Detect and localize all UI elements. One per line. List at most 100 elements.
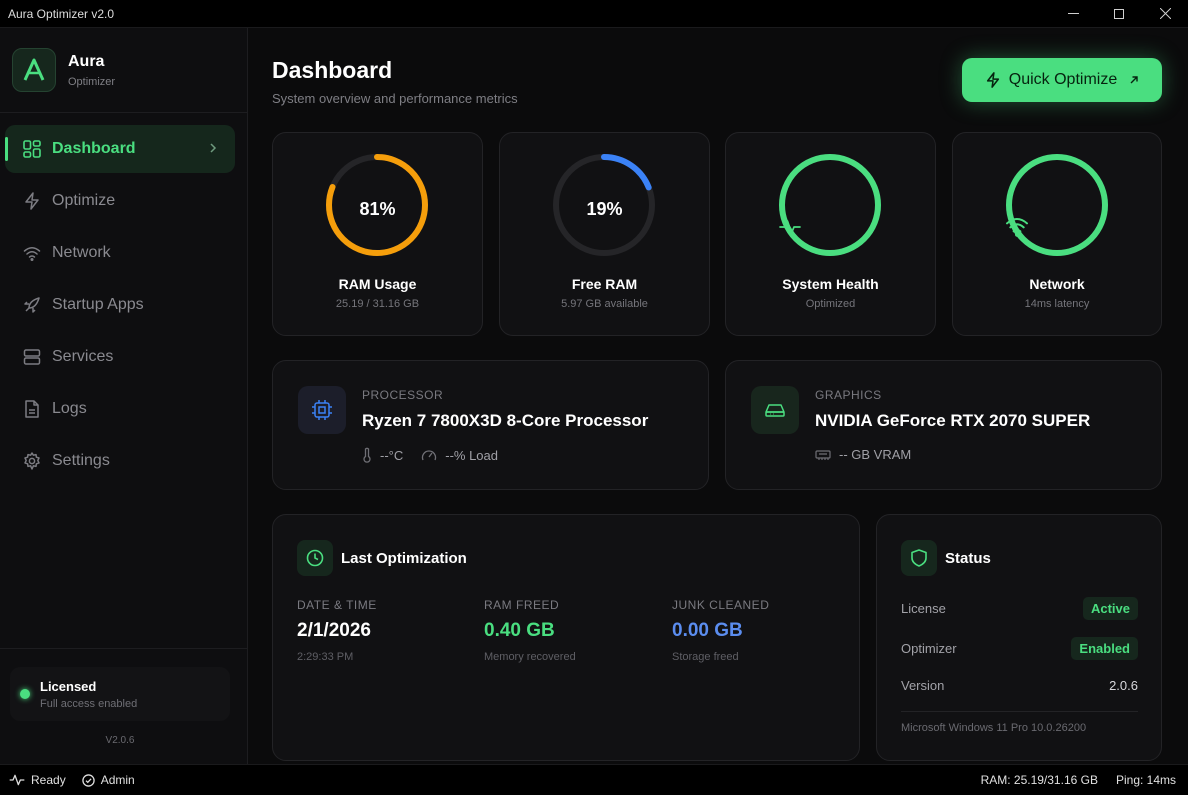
stat-caption: RAM FREED	[484, 598, 560, 612]
thermometer-icon	[363, 447, 371, 463]
graphics-card: GRAPHICS NVIDIA GeForce RTX 2070 SUPER -…	[725, 360, 1162, 490]
free-ram-card: 19% Free RAM 5.97 GB available	[499, 132, 710, 336]
gauge-icon	[422, 450, 437, 461]
processor-caption: PROCESSOR	[362, 388, 444, 402]
shield-icon	[901, 540, 937, 576]
sidebar-item-logs[interactable]: Logs	[5, 385, 235, 433]
processor-load: --% Load	[445, 447, 498, 463]
cpu-icon	[298, 386, 346, 434]
rocket-icon	[23, 296, 41, 314]
ram-usage-card: 81% RAM Usage 25.19 / 31.16 GB	[272, 132, 483, 336]
maximize-button[interactable]	[1096, 0, 1142, 27]
sidebar-item-label: Dashboard	[52, 140, 136, 157]
gauge-label: System Health	[782, 276, 879, 292]
grid-icon	[23, 140, 41, 158]
window-title: Aura Optimizer v2.0	[8, 6, 115, 21]
sidebar: Aura Optimizer Dashboard Optimize Networ…	[0, 28, 248, 764]
title-bar: Aura Optimizer v2.0	[0, 0, 1188, 28]
optimizer-row: Optimizer Enabled	[901, 637, 1138, 660]
version-row: Version 2.0.6	[901, 678, 1138, 693]
minimize-button[interactable]	[1050, 0, 1096, 27]
stat-caption: DATE & TIME	[297, 598, 377, 612]
ready-indicator: Ready	[9, 773, 66, 787]
system-health-card: System Health Optimized	[725, 132, 936, 336]
status-card: Status License Active Optimizer Enabled …	[876, 514, 1162, 761]
brand-subtitle: Optimizer	[68, 75, 116, 88]
system-health-gauge	[779, 154, 881, 256]
maximize-icon	[1114, 8, 1124, 19]
stat-value: 0.40 GB	[484, 620, 555, 641]
gauge-value: 19%	[586, 199, 623, 219]
document-icon	[23, 400, 41, 418]
chevron-right-icon	[209, 141, 217, 159]
close-icon	[1159, 8, 1171, 19]
status-text: Admin	[100, 773, 135, 787]
processor-card: PROCESSOR Ryzen 7 7800X3D 8-Core Process…	[272, 360, 709, 490]
status-bar: Ready Admin RAM: 25.19/31.16 GB Ping: 14…	[0, 764, 1188, 795]
ping-readout: Ping: 14ms	[1115, 773, 1176, 787]
lightning-icon	[986, 72, 999, 88]
sidebar-item-label: Services	[52, 348, 114, 365]
quick-optimize-button[interactable]: Quick Optimize	[962, 58, 1162, 102]
clock-icon	[297, 540, 333, 576]
gear-icon	[23, 452, 41, 470]
pulse-icon	[9, 774, 25, 786]
status-badge: Active	[1082, 597, 1138, 620]
gpu-icon	[751, 386, 799, 434]
os-info: Microsoft Windows 11 Pro 10.0.26200	[901, 722, 1087, 734]
card-title: Status	[945, 550, 991, 567]
check-circle-icon	[81, 773, 95, 787]
graphics-vram: -- GB VRAM	[839, 447, 912, 462]
row-value: 2.0.6	[1109, 678, 1138, 693]
card-title: Last Optimization	[341, 550, 467, 567]
license-indicator: Licensed Full access enabled	[10, 667, 230, 721]
wifi-icon	[23, 244, 41, 262]
last-optimization-card: Last Optimization DATE & TIME 2/1/2026 2…	[272, 514, 860, 761]
sidebar-item-label: Optimize	[52, 192, 116, 209]
sidebar-item-services[interactable]: Services	[5, 333, 235, 381]
lightning-icon	[23, 192, 41, 210]
divider	[0, 648, 247, 649]
sidebar-item-label: Logs	[52, 400, 87, 417]
close-button[interactable]	[1142, 0, 1188, 27]
sidebar-item-startup-apps[interactable]: Startup Apps	[5, 281, 235, 329]
status-dot	[20, 689, 30, 699]
sidebar-item-optimize[interactable]: Optimize	[5, 177, 235, 225]
graphics-name: NVIDIA GeForce RTX 2070 SUPER	[815, 411, 1091, 430]
row-label: License	[901, 601, 946, 616]
license-row: License Active	[901, 597, 1138, 620]
status-badge: Enabled	[1071, 637, 1138, 660]
admin-indicator: Admin	[81, 773, 135, 787]
gauge-arc	[1006, 154, 1108, 256]
divider	[901, 711, 1138, 712]
sidebar-item-settings[interactable]: Settings	[5, 437, 235, 485]
row-label: Version	[901, 678, 945, 693]
gauge-subtitle: 14ms latency	[1024, 298, 1090, 310]
network-card: Network 14ms latency	[952, 132, 1162, 336]
gauge-subtitle: 5.97 GB available	[561, 298, 648, 310]
page-subtitle: System overview and performance metrics	[272, 91, 518, 106]
stat-subtitle: Memory recovered	[484, 651, 576, 663]
license-subtitle: Full access enabled	[40, 697, 138, 710]
stat-value: 2/1/2026	[297, 620, 371, 641]
gauge-label: RAM Usage	[338, 276, 417, 292]
brand: Aura Optimizer	[12, 48, 115, 92]
sidebar-item-label: Network	[52, 244, 111, 261]
app-version: V2.0.6	[105, 735, 135, 746]
junk-cleaned-stat: JUNK CLEANED 0.00 GB Storage freed	[672, 598, 769, 663]
sidebar-item-dashboard[interactable]: Dashboard	[5, 125, 235, 173]
gauge-subtitle: Optimized	[805, 298, 856, 310]
stat-value: 0.00 GB	[672, 620, 743, 641]
memory-icon	[815, 449, 831, 460]
quick-optimize-label: Quick Optimize	[1008, 71, 1118, 88]
sidebar-item-network[interactable]: Network	[5, 229, 235, 277]
gauge-label: Network	[1029, 276, 1085, 292]
logo-icon	[12, 48, 56, 92]
gauge-label: Free RAM	[571, 276, 638, 292]
ram-freed-stat: RAM FREED 0.40 GB Memory recovered	[484, 598, 576, 663]
server-icon	[23, 348, 41, 366]
processor-name: Ryzen 7 7800X3D 8-Core Processor	[362, 411, 649, 430]
sidebar-item-label: Settings	[52, 452, 110, 469]
gauge-subtitle: 25.19 / 31.16 GB	[335, 298, 420, 310]
minimize-icon	[1067, 13, 1079, 14]
